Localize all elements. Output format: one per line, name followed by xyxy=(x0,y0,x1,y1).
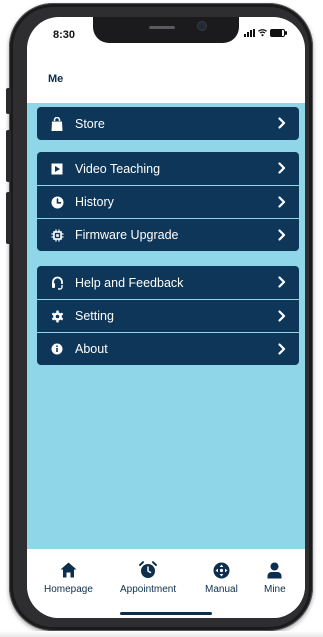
tab-label: Mine xyxy=(264,584,286,595)
tab-manual[interactable]: Manual xyxy=(205,561,238,595)
status-time: 8:30 xyxy=(53,29,76,41)
menu-group-media: Video Teaching History Firmware Upgrade xyxy=(37,152,299,251)
chevron-right-icon xyxy=(278,196,286,208)
menu-item-video-teaching[interactable]: Video Teaching xyxy=(37,152,299,185)
battery-icon xyxy=(270,28,287,37)
menu-group-support: Help and Feedback Setting About xyxy=(37,266,299,365)
menu-item-label: About xyxy=(75,342,108,356)
chevron-right-icon xyxy=(278,343,286,355)
home-indicator xyxy=(120,612,212,615)
chevron-right-icon xyxy=(278,276,286,288)
chevron-right-icon xyxy=(278,229,286,241)
user-icon xyxy=(266,561,284,579)
speaker-grille xyxy=(149,26,175,29)
chevron-right-icon xyxy=(278,162,286,174)
tab-homepage[interactable]: Homepage xyxy=(44,561,93,595)
store-bag-icon xyxy=(49,116,65,132)
home-icon xyxy=(59,561,77,579)
chevron-right-icon xyxy=(278,310,286,322)
menu-item-setting[interactable]: Setting xyxy=(37,299,299,332)
menu-group-store: Store xyxy=(37,107,299,140)
clock-icon xyxy=(49,194,65,210)
tab-label: Appointment xyxy=(120,584,177,595)
gear-icon xyxy=(49,308,65,324)
menu-item-label: Help and Feedback xyxy=(75,275,184,290)
tab-mine[interactable]: Mine xyxy=(264,561,286,595)
tab-label: Manual xyxy=(205,584,238,595)
chevron-right-icon xyxy=(278,117,286,129)
info-icon xyxy=(49,341,65,357)
status-icons xyxy=(244,28,287,37)
volume-down-button xyxy=(6,192,11,244)
floor-shadow xyxy=(0,631,323,637)
menu-item-label: Video Teaching xyxy=(75,161,161,176)
tab-appointment[interactable]: Appointment xyxy=(120,561,176,595)
menu-item-firmware-upgrade[interactable]: Firmware Upgrade xyxy=(37,218,299,251)
menu-item-history[interactable]: History xyxy=(37,185,299,218)
menu-item-about[interactable]: About xyxy=(37,332,299,365)
play-video-icon xyxy=(49,161,65,177)
menu-item-store[interactable]: Store xyxy=(37,107,299,140)
wifi-icon xyxy=(258,29,267,37)
tab-label: Homepage xyxy=(44,584,93,595)
signal-icon xyxy=(244,28,255,37)
mute-switch xyxy=(6,88,11,114)
page-header: Me xyxy=(27,61,305,103)
menu-item-label: Firmware Upgrade xyxy=(75,228,179,242)
menu-item-help-and-feedback[interactable]: Help and Feedback xyxy=(37,266,299,299)
menu-item-label: Store xyxy=(75,116,105,131)
bottom-tab-bar: Homepage Appointment Manual Mine xyxy=(27,549,305,618)
menu-item-label: Setting xyxy=(75,309,114,323)
page-title: Me xyxy=(48,73,64,85)
volume-up-button xyxy=(6,130,11,182)
alarm-clock-icon xyxy=(139,561,158,579)
headset-icon xyxy=(49,275,65,291)
menu-item-label: History xyxy=(75,195,114,209)
chip-icon xyxy=(49,227,65,243)
menu-content: Store Video Teaching History Firmware Up… xyxy=(27,103,305,549)
notch xyxy=(93,17,239,43)
front-camera xyxy=(198,22,206,30)
dpad-icon xyxy=(212,561,230,579)
phone-screen: 8:30 Me Store Video Teaching History Fir… xyxy=(27,17,305,618)
